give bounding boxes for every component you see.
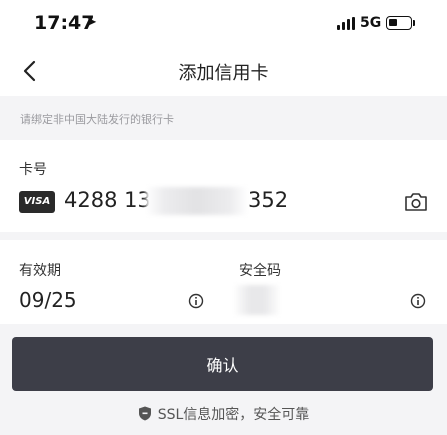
expiry-label: 有效期 — [19, 263, 61, 279]
visa-card-icon: VISA — [19, 191, 55, 213]
battery-icon — [386, 16, 412, 30]
card-number-prefix[interactable]: 4288 13 — [64, 188, 151, 212]
notice-text: 请绑定非中国大陆发行的银行卡 — [20, 113, 174, 126]
cvv-label: 安全码 — [239, 263, 281, 279]
expiry-info-icon[interactable] — [188, 293, 204, 309]
location-arrow-icon: ➤ — [86, 15, 97, 30]
signal-strength-icon — [337, 17, 357, 30]
nav-bar: 添加信用卡 — [0, 46, 447, 96]
battery-tip — [413, 20, 415, 26]
camera-icon[interactable] — [404, 191, 428, 213]
expiry-cvv-section: 有效期 09/25 安全码 — [0, 240, 447, 324]
cvv-input[interactable] — [233, 285, 281, 315]
card-number-section: 卡号 VISA 4288 13 352 — [0, 140, 447, 232]
network-type-label: 5G — [360, 15, 382, 31]
page-title: 添加信用卡 — [178, 63, 269, 84]
security-note: SSL信息加密，安全可靠 — [0, 404, 447, 428]
section-divider — [0, 232, 447, 240]
confirm-button[interactable]: 确认 — [12, 337, 433, 391]
shield-icon — [138, 406, 151, 421]
notice-banner: 请绑定非中国大陆发行的银行卡 — [0, 96, 447, 140]
cvv-info-icon[interactable] — [410, 293, 426, 309]
security-note-text: SSL信息加密，安全可靠 — [157, 407, 310, 423]
card-number-suffix[interactable]: 352 — [248, 188, 288, 212]
expiry-input[interactable]: 09/25 — [19, 288, 169, 312]
status-bar: 17:47 ➤ 5G — [0, 0, 447, 46]
card-number-label: 卡号 — [19, 162, 47, 178]
masked-card-digits — [146, 187, 248, 215]
